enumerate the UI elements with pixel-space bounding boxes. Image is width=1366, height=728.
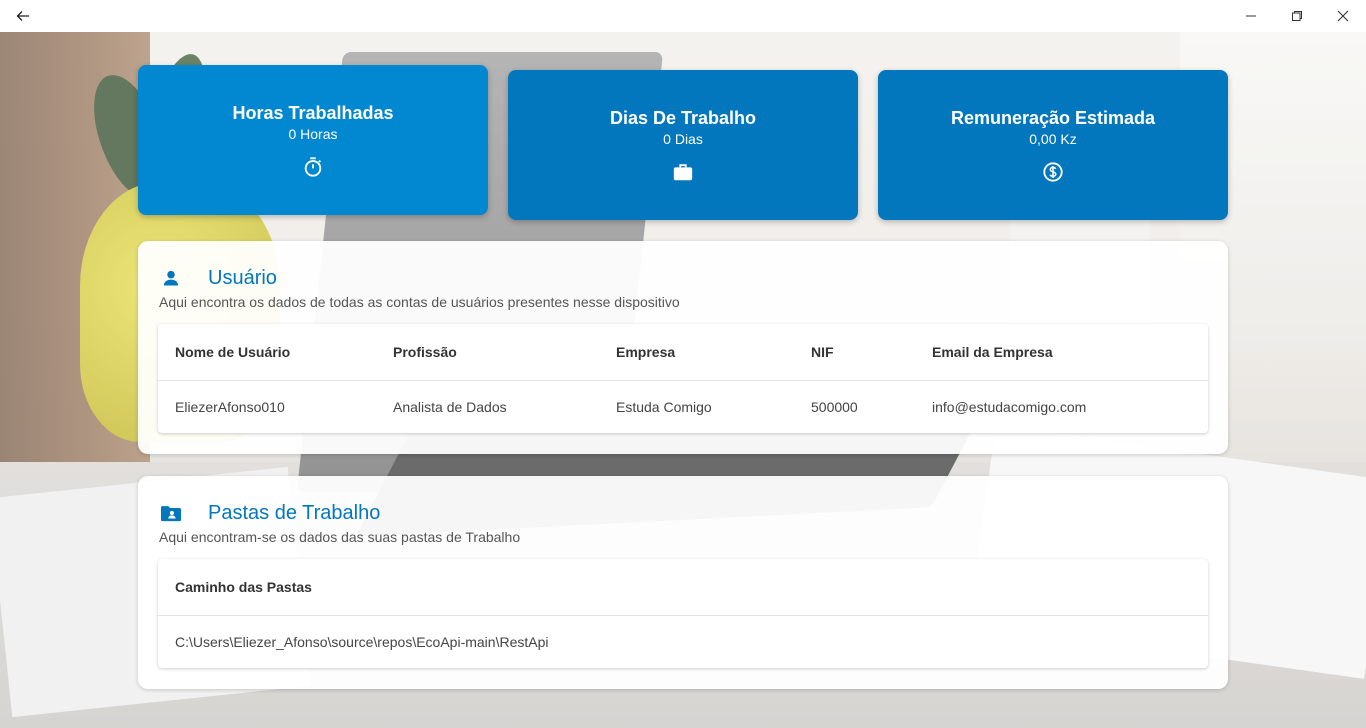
users-panel-subtitle: Aqui encontra os dados de todas as conta… xyxy=(159,294,680,310)
stat-card-remuneration[interactable]: Remuneração Estimada 0,00 Kz xyxy=(878,70,1228,220)
table-cell: Estuda Comigo xyxy=(616,399,712,415)
users-panel-header: Usuário xyxy=(158,265,277,291)
folders-panel-header: Pastas de Trabalho xyxy=(158,500,380,526)
stat-value: 0,00 Kz xyxy=(1029,130,1077,147)
arrow-left-icon xyxy=(16,11,29,21)
column-header[interactable]: Nome de Usuário xyxy=(175,324,290,380)
stat-title: Horas Trabalhadas xyxy=(232,102,394,123)
person-icon xyxy=(158,265,184,291)
stat-title: Remuneração Estimada xyxy=(950,107,1156,128)
table-cell: C:\Users\Eliezer_Afonso\source\repos\Eco… xyxy=(175,634,549,650)
column-header[interactable]: Caminho das Pastas xyxy=(175,559,312,615)
table-header: Nome de Usuário Profissão Empresa NIF Em… xyxy=(158,324,1208,381)
table-cell: EliezerAfonso010 xyxy=(175,399,285,415)
table-header: Caminho das Pastas xyxy=(158,559,1208,616)
stat-title: Dias De Trabalho xyxy=(609,107,757,128)
minimize-button[interactable] xyxy=(1228,0,1274,32)
minimize-icon xyxy=(1246,15,1256,17)
column-header[interactable]: Email da Empresa xyxy=(932,324,1053,380)
table-cell: 500000 xyxy=(811,399,858,415)
table-row[interactable]: C:\Users\Eliezer_Afonso\source\repos\Eco… xyxy=(158,616,1208,668)
stat-card-hours[interactable]: Horas Trabalhadas 0 Horas xyxy=(138,65,488,215)
dollar-coin-icon xyxy=(1041,160,1065,184)
close-icon xyxy=(1337,10,1349,22)
briefcase-icon xyxy=(671,160,695,184)
restore-button[interactable] xyxy=(1274,0,1320,32)
folders-panel-subtitle: Aqui encontram-se os dados das suas past… xyxy=(159,529,521,545)
folders-table: Caminho das Pastas C:\Users\Eliezer_Afon… xyxy=(158,559,1208,668)
title-bar xyxy=(0,0,1366,32)
table-cell: info@estudacomigo.com xyxy=(932,399,1087,415)
stat-value: 0 Dias xyxy=(663,130,703,147)
column-header[interactable]: NIF xyxy=(811,324,834,380)
users-panel: Usuário Aqui encontra os dados de todas … xyxy=(138,241,1228,454)
users-table: Nome de Usuário Profissão Empresa NIF Em… xyxy=(158,324,1208,433)
stat-card-days[interactable]: Dias De Trabalho 0 Dias xyxy=(508,70,858,220)
users-panel-title: Usuário xyxy=(208,266,277,289)
close-button[interactable] xyxy=(1320,0,1366,32)
folders-panel: Pastas de Trabalho Aqui encontram-se os … xyxy=(138,476,1228,689)
stat-value: 0 Horas xyxy=(288,125,338,142)
column-header[interactable]: Empresa xyxy=(616,324,675,380)
table-cell: Analista de Dados xyxy=(393,399,507,415)
folders-panel-title: Pastas de Trabalho xyxy=(208,501,381,524)
column-header[interactable]: Profissão xyxy=(393,324,457,380)
restore-icon xyxy=(1292,11,1302,21)
stopwatch-icon xyxy=(301,155,325,179)
table-row[interactable]: EliezerAfonso010 Analista de Dados Estud… xyxy=(158,381,1208,433)
folder-shared-icon xyxy=(158,500,184,526)
back-button[interactable] xyxy=(0,0,46,32)
